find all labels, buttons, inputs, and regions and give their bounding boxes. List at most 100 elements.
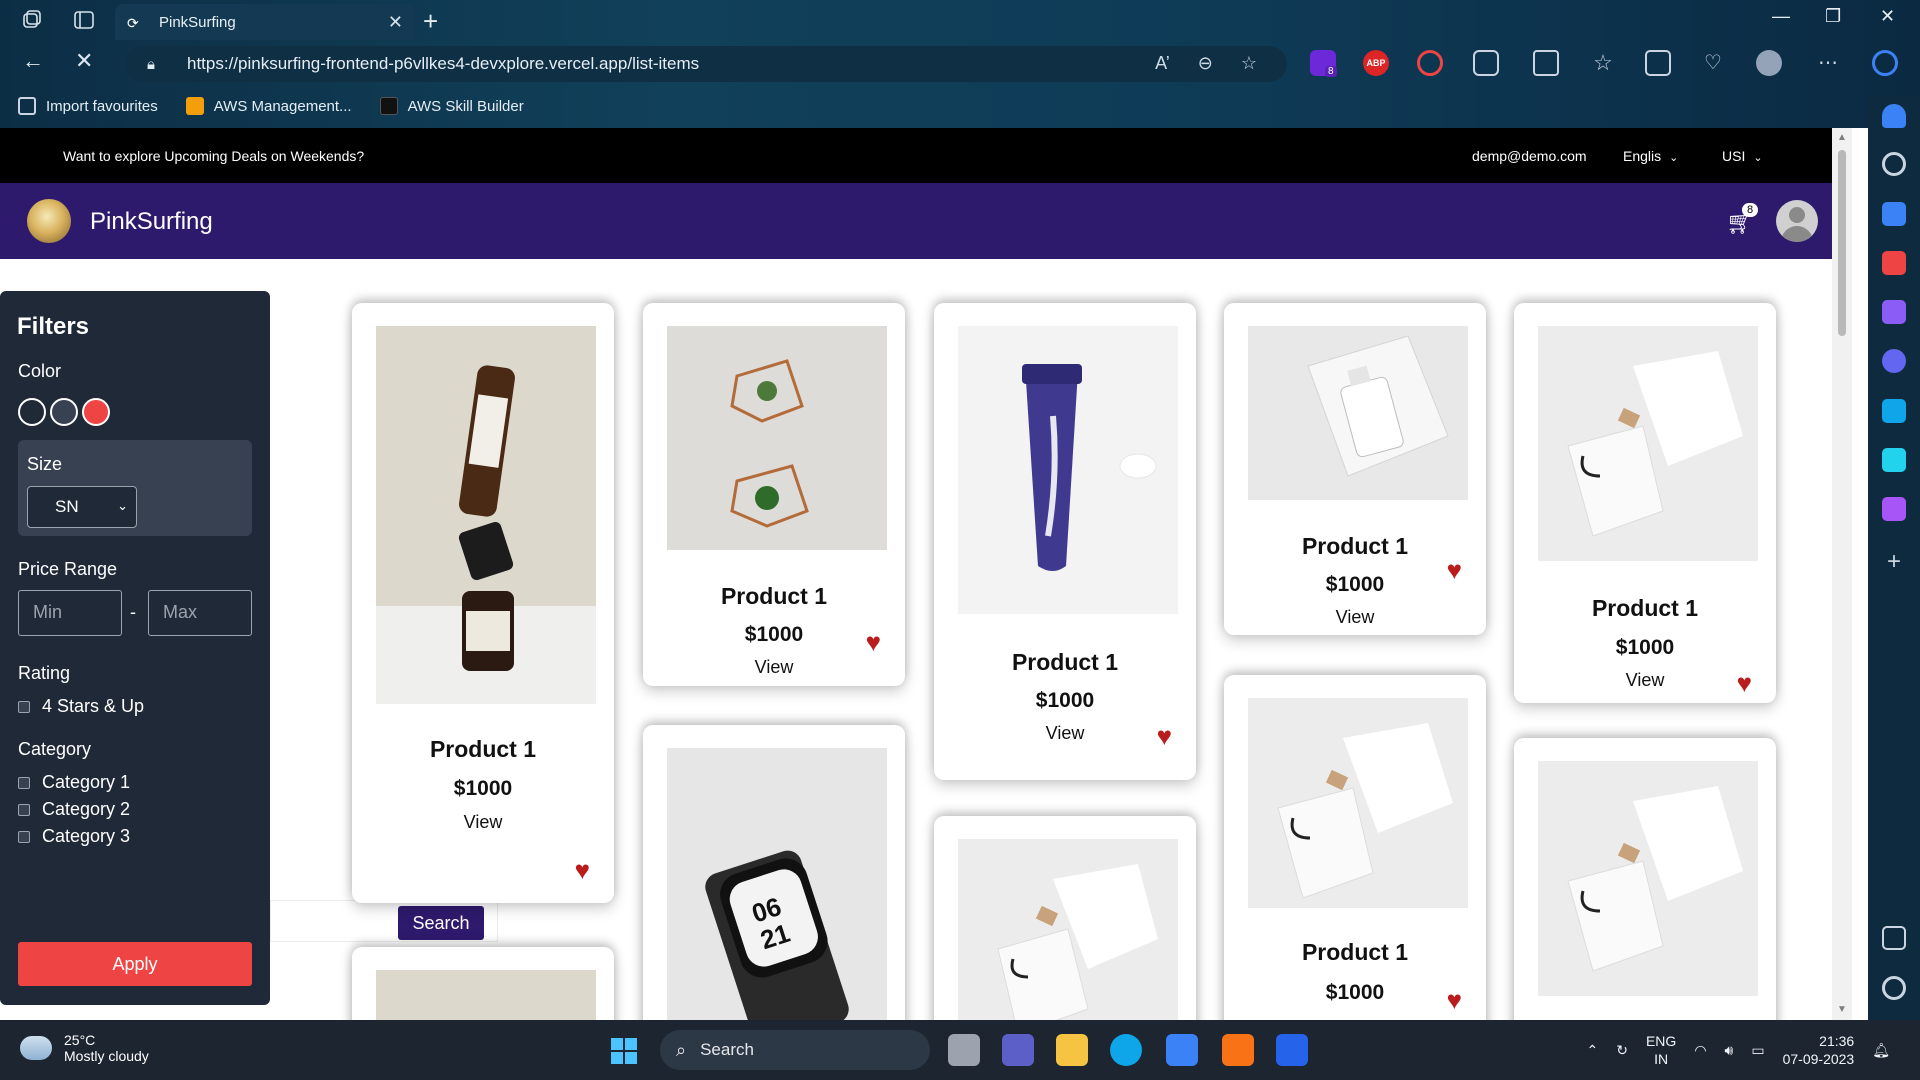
color-swatch-gray[interactable] [50,398,78,426]
extensions-icon[interactable] [1473,50,1499,76]
outlook-icon[interactable] [1882,399,1906,423]
price-min-input[interactable]: Min [18,590,122,636]
product-card[interactable] [934,816,1196,1020]
close-window-icon[interactable]: ✕ [1880,6,1895,27]
task-view-icon[interactable] [948,1034,980,1066]
user-avatar[interactable] [1776,200,1818,242]
minimize-icon[interactable]: — [1772,6,1790,27]
checkbox[interactable] [18,700,30,713]
product-card[interactable] [352,947,614,1020]
scroll-thumb[interactable] [1838,150,1846,336]
workspaces-icon[interactable] [20,8,44,32]
games-icon[interactable] [1882,300,1906,324]
back-icon[interactable]: ← [22,48,44,74]
search-button[interactable]: Search [398,906,484,940]
weather-widget[interactable]: 25°C Mostly cloudy [20,1032,149,1064]
apply-button[interactable]: Apply [18,942,252,986]
tab-actions-icon[interactable] [72,8,96,32]
address-bar[interactable]: 🔒︎ https://pinksurfing-frontend-p6vllkes… [125,46,1287,82]
brand-logo[interactable] [27,199,71,243]
product-card[interactable] [1514,738,1776,1020]
category-option[interactable]: Category 1 [18,772,130,793]
taskbar-search[interactable]: ⌕ Search [660,1030,930,1070]
microsoft365-icon[interactable] [1882,349,1906,373]
product-card[interactable]: Product 1 $1000 View ♥ [643,303,905,686]
extension-s-icon[interactable] [1417,50,1443,76]
copilot-icon[interactable] [1872,50,1898,76]
color-swatch-dark[interactable] [18,398,46,426]
close-tab-icon[interactable]: ✕ [388,12,403,33]
read-aloud-icon[interactable]: A’ [1155,53,1170,74]
heart-icon[interactable]: ♥ [1447,555,1462,586]
product-card[interactable]: 06 21 [643,725,905,1020]
split-screen-icon[interactable] [1533,50,1559,76]
sync-icon[interactable]: ↻ [1616,1042,1628,1059]
notification-bell-icon[interactable]: 🔔︎ [1872,1042,1890,1059]
view-link[interactable]: View [352,812,614,833]
shopping-tag-icon[interactable] [1882,202,1906,226]
checkbox[interactable] [18,830,30,843]
heart-icon[interactable]: ♥ [575,855,590,886]
currency-select[interactable]: USI ⌄ [1722,148,1763,164]
scroll-down-icon[interactable]: ▼ [1837,1004,1847,1015]
brand-name[interactable]: PinkSurfing [90,208,213,236]
file-explorer-icon[interactable] [1056,1034,1088,1066]
product-card[interactable]: Product 1 $1000 View ♥ [934,303,1196,780]
wifi-icon[interactable]: ◠ [1694,1042,1706,1059]
adblock-icon[interactable]: ABP [1363,50,1389,76]
language-select[interactable]: Englis ⌄ [1623,148,1678,164]
heart-icon[interactable]: ♥ [1737,668,1752,699]
tools-icon[interactable] [1882,251,1906,275]
view-link[interactable]: View [1224,607,1486,628]
teams-icon[interactable] [1002,1034,1034,1066]
sidebar-toggle-icon[interactable] [1882,926,1906,950]
chevron-up-icon[interactable]: ⌃ [1587,1042,1599,1059]
view-link[interactable]: View [643,657,905,678]
windows-start-icon[interactable] [611,1038,637,1064]
input-language[interactable]: ENG IN [1646,1032,1676,1068]
category-option[interactable]: Category 2 [18,799,130,820]
vscode-icon[interactable] [1276,1034,1308,1066]
zoom-icon[interactable]: ⊖ [1198,53,1213,74]
product-card[interactable]: Product 1 $1000 View ♥ [1224,303,1486,635]
new-tab-icon[interactable]: + [423,6,438,37]
collections-icon[interactable] [1645,50,1671,76]
product-card[interactable]: Product 1 $1000 ♥ [1224,675,1486,1020]
price-max-input[interactable]: Max [148,590,252,636]
heart-icon[interactable]: ♥ [1157,721,1172,752]
favourites-icon[interactable]: ☆ [1590,50,1616,76]
store-icon[interactable] [1166,1034,1198,1066]
stop-loading-icon[interactable]: ✕ [75,48,93,74]
gear-icon[interactable] [1882,976,1906,1000]
figma-icon[interactable] [1222,1034,1254,1066]
profile-avatar[interactable] [1756,50,1782,76]
page-scrollbar[interactable]: ▲ ▼ [1832,128,1852,1020]
clock[interactable]: 21:36 07-09-2023 [1783,1032,1855,1068]
fav-import[interactable]: Import favourites [18,97,158,115]
edge-icon[interactable] [1110,1034,1142,1066]
heart-icon[interactable]: ♥ [866,627,881,658]
fav-aws-skill-builder[interactable]: AWS Skill Builder [379,97,524,115]
add-icon[interactable]: + [1882,550,1906,575]
volume-icon[interactable]: 🔊︎ [1725,1042,1734,1059]
drop-icon[interactable] [1882,448,1906,472]
account-email[interactable]: demp@demo.com [1472,148,1587,164]
search-icon[interactable] [1882,152,1906,176]
category-option[interactable]: Category 3 [18,826,130,847]
tab-pinksurfing[interactable]: ⟳ PinkSurfing ✕ [115,4,415,40]
color-swatch-red[interactable] [82,398,110,426]
rating-option[interactable]: 4 Stars & Up [18,696,144,717]
restore-icon[interactable]: ❐ [1825,6,1841,27]
checkbox[interactable] [18,776,30,789]
heart-icon[interactable]: ♥ [1447,985,1462,1016]
designer-icon[interactable] [1882,497,1906,521]
scroll-up-icon[interactable]: ▲ [1837,132,1847,143]
product-card[interactable]: Product 1 $1000 View ♥ [1514,303,1776,703]
settings-more-icon[interactable]: ⋯ [1815,50,1841,76]
size-select[interactable]: SN ⌄ [27,486,137,528]
battery-icon[interactable]: ▭ [1751,1042,1764,1059]
browser-essentials-icon[interactable]: ♡ [1700,50,1726,76]
bell-icon[interactable] [1882,104,1906,128]
favourite-star-icon[interactable]: ☆ [1241,53,1257,74]
product-card[interactable]: Product 1 $1000 View ♥ [352,303,614,903]
